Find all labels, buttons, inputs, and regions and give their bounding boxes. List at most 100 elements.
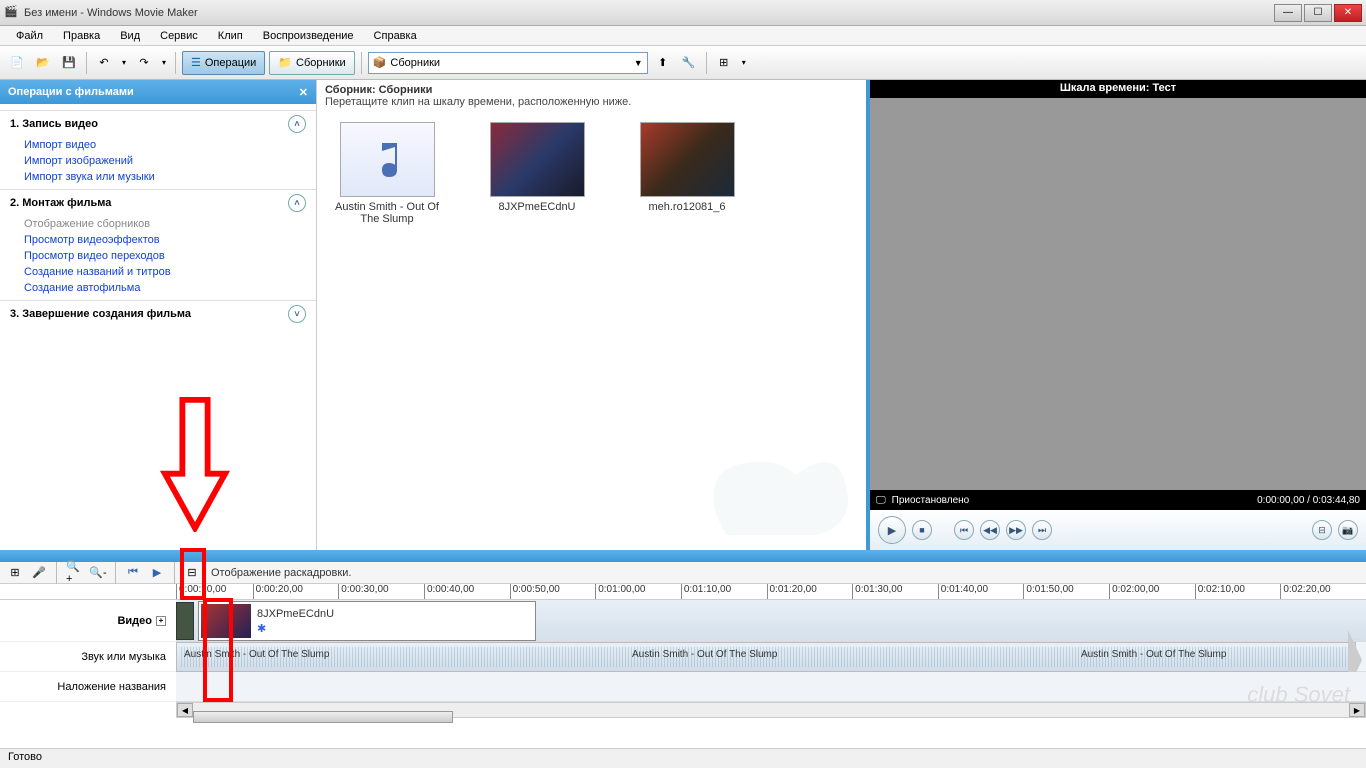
minimize-button[interactable]: — <box>1274 4 1302 22</box>
collection-pane: Сборник: Сборники Перетащите клип на шка… <box>316 80 866 550</box>
tasks-close-icon[interactable]: ✕ <box>299 86 308 99</box>
title-track[interactable] <box>176 672 1366 702</box>
scroll-thumb[interactable] <box>193 711 453 723</box>
collection-item-video2[interactable]: meh.ro12081_6 <box>627 122 747 213</box>
task-section-3-header[interactable]: 3. Завершение создания фильма ˅ <box>0 300 316 327</box>
task-automovie[interactable]: Создание автофильма <box>0 280 316 296</box>
collections-button[interactable]: 📁 Сборники <box>269 51 354 75</box>
storyboard-toggle-button[interactable]: ⊟ <box>183 564 201 582</box>
redo-button[interactable]: ↷ <box>133 52 155 74</box>
tasks-button[interactable]: ☰ Операции <box>182 51 265 75</box>
collection-combo[interactable]: 📦 Сборники ▼ <box>368 52 648 74</box>
separator <box>706 52 707 74</box>
task-import-audio[interactable]: Импорт звука или музыки <box>0 169 316 185</box>
clip-thumb <box>201 604 251 638</box>
chevron-up-icon: ˄ <box>288 194 306 212</box>
view-button[interactable]: ⊞ <box>713 52 735 74</box>
preview-pane: Шкала времени: Тест 🖵 Приостановлено 0:0… <box>866 80 1366 550</box>
zoom-in-button[interactable]: 🔍+ <box>65 564 83 582</box>
task-video-transitions[interactable]: Просмотр видео переходов <box>0 248 316 264</box>
menu-view[interactable]: Вид <box>112 28 148 44</box>
collection-body: Austin Smith - Out Of The Slump 8JXPmeEC… <box>317 112 866 550</box>
new-button[interactable]: 📄 <box>6 52 28 74</box>
collection-item-video1[interactable]: 8JXPmeECdnU <box>477 122 597 213</box>
redo-dropdown[interactable]: ▾ <box>159 52 169 74</box>
zoom-out-button[interactable]: 🔍- <box>89 564 107 582</box>
track-content: 8JXPmeECdnU ✱ Austin Smith - Out Of The … <box>176 600 1366 702</box>
menu-edit[interactable]: Правка <box>55 28 108 44</box>
scroll-right-button[interactable]: ▶ <box>1349 703 1365 717</box>
section-title: 2. Монтаж фильма <box>10 197 111 209</box>
video-thumb <box>640 122 735 197</box>
task-import-video[interactable]: Импорт видео <box>0 137 316 153</box>
video-clip[interactable]: 8JXPmeECdnU ✱ <box>198 601 536 641</box>
ruler-tick: 0:01:40,00 <box>938 584 1024 599</box>
snapshot-button[interactable]: 📷 <box>1338 520 1358 540</box>
menu-play[interactable]: Воспроизведение <box>255 28 362 44</box>
collection-item-label: Austin Smith - Out Of The Slump <box>327 201 447 225</box>
task-video-effects[interactable]: Просмотр видеоэффектов <box>0 232 316 248</box>
play-timeline-button[interactable]: ▶ <box>148 564 166 582</box>
play-button[interactable]: ▶ <box>878 516 906 544</box>
timeline-ruler[interactable]: 0:00:10,00 0:00:20,00 0:00:30,00 0:00:40… <box>0 584 1366 600</box>
collection-item-label: meh.ro12081_6 <box>627 201 747 213</box>
storyboard-button[interactable]: ⊞ <box>6 564 24 582</box>
collection-title: Сборник: Сборники <box>325 84 858 96</box>
up-button[interactable]: ⬆ <box>652 52 674 74</box>
collection-hint: Перетащите клип на шкалу времени, распол… <box>325 96 858 108</box>
close-button[interactable]: ✕ <box>1334 4 1362 22</box>
tasks-header-title: Операции с фильмами <box>8 86 134 98</box>
collection-item-audio[interactable]: Austin Smith - Out Of The Slump <box>327 122 447 225</box>
scroll-left-button[interactable]: ◀ <box>177 703 193 717</box>
separator <box>115 562 116 584</box>
menu-file[interactable]: Файл <box>8 28 51 44</box>
rewind-button[interactable]: ⏮ <box>124 564 142 582</box>
video-clip-small[interactable] <box>176 602 194 640</box>
label-text: Наложение названия <box>57 681 166 693</box>
task-titles-credits[interactable]: Создание названий и титров <box>0 264 316 280</box>
maximize-button[interactable]: ☐ <box>1304 4 1332 22</box>
task-section-1-header[interactable]: 1. Запись видео ˄ <box>0 110 316 137</box>
narrate-button[interactable]: 🎤 <box>30 564 48 582</box>
combo-value: Сборники <box>390 57 440 69</box>
open-button[interactable]: 📂 <box>32 52 54 74</box>
preview-status-bar: 🖵 Приостановлено 0:00:00,00 / 0:03:44,80 <box>870 490 1366 510</box>
menu-help[interactable]: Справка <box>366 28 425 44</box>
ruler-tick: 0:02:10,00 <box>1195 584 1281 599</box>
prev-clip-button[interactable]: ⏮ <box>954 520 974 540</box>
expand-icon[interactable]: + <box>156 616 166 626</box>
task-import-images[interactable]: Импорт изображений <box>0 153 316 169</box>
undo-dropdown[interactable]: ▾ <box>119 52 129 74</box>
toolbar: 📄 📂 💾 ↶ ▾ ↷ ▾ ☰ Операции 📁 Сборники 📦 Сб… <box>0 46 1366 80</box>
collection-header: Сборник: Сборники Перетащите клип на шка… <box>317 80 866 112</box>
next-clip-button[interactable]: ⏭ <box>1032 520 1052 540</box>
tasks-label: Операции <box>205 57 256 69</box>
menu-clip[interactable]: Клип <box>210 28 251 44</box>
ruler-tick: 0:01:50,00 <box>1023 584 1109 599</box>
video-track[interactable]: 8JXPmeECdnU ✱ <box>176 600 1366 642</box>
step-fwd-button[interactable]: ▶▶ <box>1006 520 1026 540</box>
step-back-button[interactable]: ◀◀ <box>980 520 1000 540</box>
timeline-toolbar: ⊞ 🎤 🔍+ 🔍- ⏮ ▶ ⊟ Отображение раскадровки. <box>0 562 1366 584</box>
effect-icon: ✱ <box>257 622 334 635</box>
audio-track[interactable]: Austin Smith - Out Of The Slump Austin S… <box>176 642 1366 672</box>
separator <box>174 562 175 584</box>
props-button[interactable]: 🔧 <box>678 52 700 74</box>
stop-button[interactable]: ■ <box>912 520 932 540</box>
task-section-2-header[interactable]: 2. Монтаж фильма ˄ <box>0 189 316 216</box>
timeline-scrollbar[interactable]: ◀ ▶ <box>176 702 1366 718</box>
split-button[interactable]: ⊟ <box>1312 520 1332 540</box>
ruler-tick: 0:02:00,00 <box>1109 584 1195 599</box>
ruler-tick: 0:02:20,00 <box>1280 584 1366 599</box>
menu-tools[interactable]: Сервис <box>152 28 206 44</box>
view-dropdown[interactable]: ▾ <box>739 52 749 74</box>
undo-button[interactable]: ↶ <box>93 52 115 74</box>
status-text: Готово <box>8 751 42 763</box>
preview-time: 0:00:00,00 / 0:03:44,80 <box>1257 495 1360 506</box>
video-thumb <box>490 122 585 197</box>
ruler-tick: 0:00:50,00 <box>510 584 596 599</box>
task-show-collections[interactable]: Отображение сборников <box>0 216 316 232</box>
save-button[interactable]: 💾 <box>58 52 80 74</box>
statusbar: Готово <box>0 748 1366 768</box>
timeline-hint[interactable]: Отображение раскадровки. <box>211 567 351 579</box>
